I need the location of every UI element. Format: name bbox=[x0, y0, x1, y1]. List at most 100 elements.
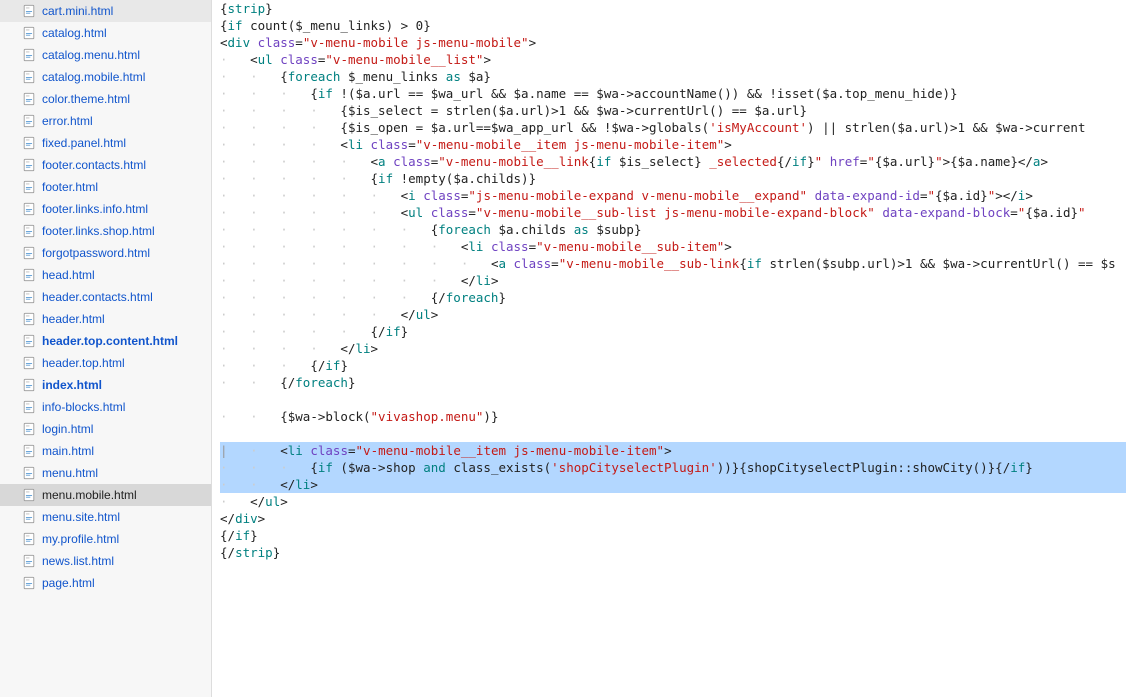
file-item-news-list-html[interactable]: news.list.html bbox=[0, 550, 211, 572]
code-line[interactable]: · · · · </li> bbox=[220, 340, 1126, 357]
code-line[interactable]: · · · · {$is_select = strlen($a.url)>1 &… bbox=[220, 102, 1126, 119]
file-item-my-profile-html[interactable]: my.profile.html bbox=[0, 528, 211, 550]
file-name-label: info-blocks.html bbox=[42, 400, 125, 414]
code-editor[interactable]: {strip}{if count($_menu_links) > 0}<div … bbox=[212, 0, 1126, 697]
file-item-forgotpassword-html[interactable]: forgotpassword.html bbox=[0, 242, 211, 264]
code-line[interactable]: · · · · · · · · <li class="v-menu-mobile… bbox=[220, 238, 1126, 255]
html-file-icon bbox=[22, 202, 36, 216]
code-line[interactable]: · · · · · · <i class="js-menu-mobile-exp… bbox=[220, 187, 1126, 204]
code-line[interactable]: · · · · · · </ul> bbox=[220, 306, 1126, 323]
code-line[interactable]: {strip} bbox=[220, 0, 1126, 17]
html-file-icon bbox=[22, 158, 36, 172]
file-item-menu-html[interactable]: menu.html bbox=[0, 462, 211, 484]
html-file-icon bbox=[22, 136, 36, 150]
file-name-label: login.html bbox=[42, 422, 93, 436]
file-name-label: header.html bbox=[42, 312, 105, 326]
file-item-color-theme-html[interactable]: color.theme.html bbox=[0, 88, 211, 110]
file-name-label: header.top.content.html bbox=[42, 334, 178, 348]
code-line[interactable]: {/if} bbox=[220, 527, 1126, 544]
file-item-header-contacts-html[interactable]: header.contacts.html bbox=[0, 286, 211, 308]
file-item-footer-links-shop-html[interactable]: footer.links.shop.html bbox=[0, 220, 211, 242]
html-file-icon bbox=[22, 378, 36, 392]
file-item-footer-contacts-html[interactable]: footer.contacts.html bbox=[0, 154, 211, 176]
code-line[interactable]: · · · · <li class="v-menu-mobile__item j… bbox=[220, 136, 1126, 153]
code-line[interactable]: · · · {if ($wa->shop and class_exists('s… bbox=[220, 459, 1126, 476]
html-file-icon bbox=[22, 312, 36, 326]
file-item-info-blocks-html[interactable]: info-blocks.html bbox=[0, 396, 211, 418]
code-line[interactable]: · · {foreach $_menu_links as $a} bbox=[220, 68, 1126, 85]
file-name-label: catalog.menu.html bbox=[42, 48, 140, 62]
code-line[interactable]: · · · · · · · · </li> bbox=[220, 272, 1126, 289]
html-file-icon bbox=[22, 26, 36, 40]
file-item-catalog-mobile-html[interactable]: catalog.mobile.html bbox=[0, 66, 211, 88]
file-name-label: cart.mini.html bbox=[42, 4, 113, 18]
file-name-label: news.list.html bbox=[42, 554, 114, 568]
file-item-footer-html[interactable]: footer.html bbox=[0, 176, 211, 198]
file-name-label: color.theme.html bbox=[42, 92, 130, 106]
code-line[interactable]: · </ul> bbox=[220, 493, 1126, 510]
file-item-menu-mobile-html[interactable]: menu.mobile.html bbox=[0, 484, 211, 506]
code-line[interactable]: | · <li class="v-menu-mobile__item js-me… bbox=[220, 442, 1126, 459]
html-file-icon bbox=[22, 334, 36, 348]
file-name-label: footer.contacts.html bbox=[42, 158, 146, 172]
file-item-footer-links-info-html[interactable]: footer.links.info.html bbox=[0, 198, 211, 220]
file-name-label: menu.html bbox=[42, 466, 98, 480]
html-file-icon bbox=[22, 268, 36, 282]
file-name-label: head.html bbox=[42, 268, 95, 282]
code-line[interactable]: {/strip} bbox=[220, 544, 1126, 561]
code-line[interactable]: {if count($_menu_links) > 0} bbox=[220, 17, 1126, 34]
code-line[interactable]: · · · · · · · {foreach $a.childs as $sub… bbox=[220, 221, 1126, 238]
code-line[interactable]: · · · · · · <ul class="v-menu-mobile__su… bbox=[220, 204, 1126, 221]
code-line[interactable]: · · · · · {if !empty($a.childs)} bbox=[220, 170, 1126, 187]
html-file-icon bbox=[22, 510, 36, 524]
code-line[interactable]: · · · · {$is_open = $a.url==$wa_app_url … bbox=[220, 119, 1126, 136]
file-item-catalog-menu-html[interactable]: catalog.menu.html bbox=[0, 44, 211, 66]
file-name-label: footer.html bbox=[42, 180, 98, 194]
html-file-icon bbox=[22, 488, 36, 502]
file-name-label: my.profile.html bbox=[42, 532, 119, 546]
file-name-label: main.html bbox=[42, 444, 94, 458]
file-name-label: footer.links.info.html bbox=[42, 202, 148, 216]
code-line[interactable]: · <ul class="v-menu-mobile__list"> bbox=[220, 51, 1126, 68]
file-name-label: index.html bbox=[42, 378, 102, 392]
file-item-main-html[interactable]: main.html bbox=[0, 440, 211, 462]
code-line[interactable]: · · · {if !($a.url == $wa_url && $a.name… bbox=[220, 85, 1126, 102]
code-line[interactable] bbox=[220, 391, 1126, 408]
code-line[interactable]: · · {/foreach} bbox=[220, 374, 1126, 391]
file-item-header-html[interactable]: header.html bbox=[0, 308, 211, 330]
code-line[interactable]: <div class="v-menu-mobile js-menu-mobile… bbox=[220, 34, 1126, 51]
file-name-label: catalog.mobile.html bbox=[42, 70, 145, 84]
file-item-page-html[interactable]: page.html bbox=[0, 572, 211, 594]
file-item-catalog-html[interactable]: catalog.html bbox=[0, 22, 211, 44]
code-line[interactable]: · · {$wa->block("vivashop.menu")} bbox=[220, 408, 1126, 425]
code-line[interactable]: · · · · · {/if} bbox=[220, 323, 1126, 340]
file-sidebar[interactable]: cart.mini.html catalog.html catalog.menu.h… bbox=[0, 0, 212, 697]
code-line[interactable]: · · · · · · · · · <a class="v-menu-mobil… bbox=[220, 255, 1126, 272]
file-item-login-html[interactable]: login.html bbox=[0, 418, 211, 440]
file-item-head-html[interactable]: head.html bbox=[0, 264, 211, 286]
html-file-icon bbox=[22, 532, 36, 546]
code-line[interactable]: · · </li> bbox=[220, 476, 1126, 493]
file-item-menu-site-html[interactable]: menu.site.html bbox=[0, 506, 211, 528]
file-item-cart-mini-html[interactable]: cart.mini.html bbox=[0, 0, 211, 22]
html-file-icon bbox=[22, 114, 36, 128]
html-file-icon bbox=[22, 70, 36, 84]
html-file-icon bbox=[22, 92, 36, 106]
file-item-error-html[interactable]: error.html bbox=[0, 110, 211, 132]
html-file-icon bbox=[22, 290, 36, 304]
html-file-icon bbox=[22, 400, 36, 414]
file-item-fixed-panel-html[interactable]: fixed.panel.html bbox=[0, 132, 211, 154]
file-item-header-top-content-html[interactable]: header.top.content.html bbox=[0, 330, 211, 352]
code-line[interactable]: · · · · · <a class="v-menu-mobile__link{… bbox=[220, 153, 1126, 170]
file-item-index-html[interactable]: index.html bbox=[0, 374, 211, 396]
html-file-icon bbox=[22, 444, 36, 458]
html-file-icon bbox=[22, 180, 36, 194]
html-file-icon bbox=[22, 4, 36, 18]
file-name-label: header.top.html bbox=[42, 356, 125, 370]
code-line[interactable]: · · · · · · · {/foreach} bbox=[220, 289, 1126, 306]
file-name-label: menu.site.html bbox=[42, 510, 120, 524]
code-line[interactable]: · · · {/if} bbox=[220, 357, 1126, 374]
file-item-header-top-html[interactable]: header.top.html bbox=[0, 352, 211, 374]
code-line[interactable]: </div> bbox=[220, 510, 1126, 527]
code-line[interactable] bbox=[220, 425, 1126, 442]
